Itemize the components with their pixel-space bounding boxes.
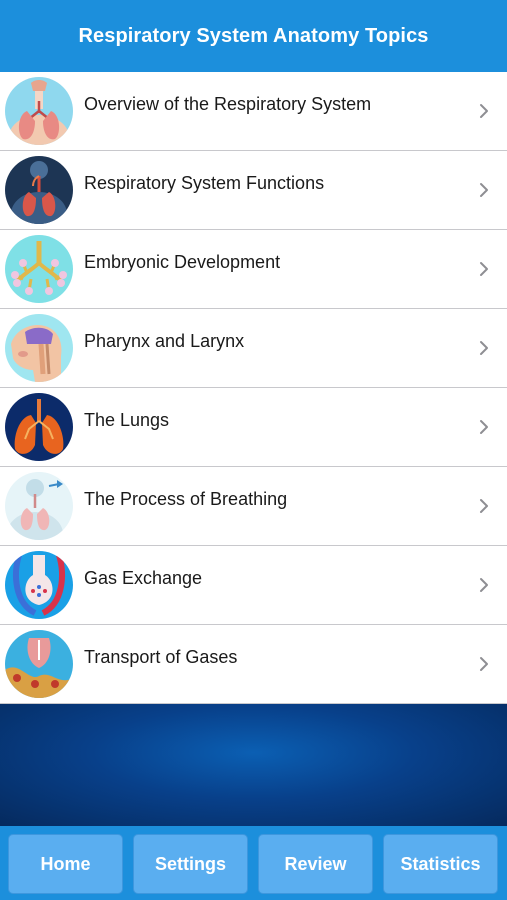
topic-row-gas-transport[interactable]: Transport of Gases: [0, 625, 507, 704]
chevron-right-icon: [477, 179, 491, 201]
topic-list: Overview of the Respiratory System Respi…: [0, 72, 507, 704]
topic-row-embryonic[interactable]: Embryonic Development: [0, 230, 507, 309]
chevron-right-icon: [477, 258, 491, 280]
chevron-right-icon: [477, 337, 491, 359]
chevron-right-icon: [477, 574, 491, 596]
lungs-icon: [5, 393, 73, 461]
topic-label: Overview of the Respiratory System: [84, 94, 372, 114]
topic-row-gas-exchange[interactable]: Gas Exchange: [0, 546, 507, 625]
topic-row-lungs[interactable]: The Lungs: [0, 388, 507, 467]
settings-button[interactable]: Settings: [133, 834, 248, 894]
chevron-right-icon: [477, 495, 491, 517]
topic-label: The Lungs: [84, 410, 170, 430]
topic-label: Pharynx and Larynx: [84, 331, 245, 351]
bottom-tab-bar: Home Settings Review Statistics: [0, 826, 507, 900]
topic-label: Transport of Gases: [84, 647, 238, 667]
gas-transport-icon: [5, 630, 73, 698]
respiratory-functions-icon: [5, 156, 73, 224]
topic-label: The Process of Breathing: [84, 489, 288, 509]
review-button[interactable]: Review: [258, 834, 373, 894]
topic-row-functions[interactable]: Respiratory System Functions: [0, 151, 507, 230]
home-button[interactable]: Home: [8, 834, 123, 894]
respiratory-overview-icon: [5, 77, 73, 145]
topic-row-breathing[interactable]: The Process of Breathing: [0, 467, 507, 546]
gas-exchange-icon: [5, 551, 73, 619]
chevron-right-icon: [477, 653, 491, 675]
chevron-right-icon: [477, 416, 491, 438]
breathing-icon: [5, 472, 73, 540]
pharynx-larynx-icon: [5, 314, 73, 382]
topic-row-overview[interactable]: Overview of the Respiratory System: [0, 72, 507, 151]
topic-label: Embryonic Development: [84, 252, 281, 272]
banner-area: [0, 704, 507, 826]
app-header: Respiratory System Anatomy Topics: [0, 0, 507, 72]
topic-label: Respiratory System Functions: [84, 173, 325, 193]
topic-row-pharynx[interactable]: Pharynx and Larynx: [0, 309, 507, 388]
statistics-button[interactable]: Statistics: [383, 834, 498, 894]
embryonic-development-icon: [5, 235, 73, 303]
topic-label: Gas Exchange: [84, 568, 203, 588]
page-title: Respiratory System Anatomy Topics: [78, 24, 429, 47]
chevron-right-icon: [477, 100, 491, 122]
